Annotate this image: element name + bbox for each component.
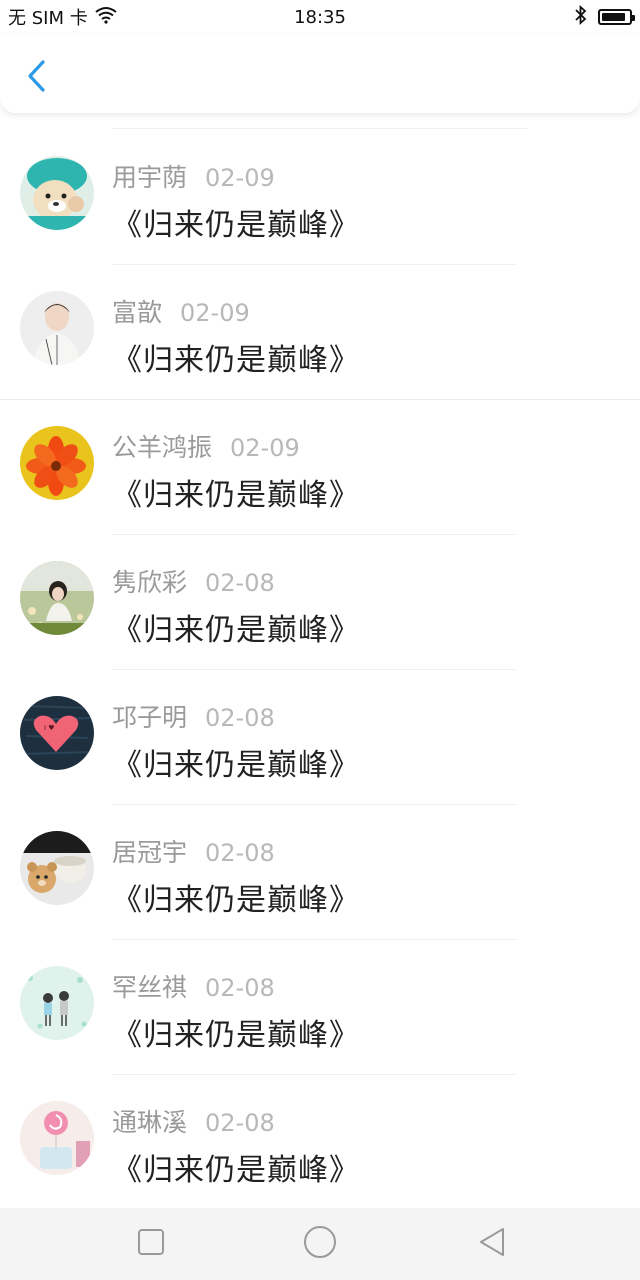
status-bar: 无 SIM 卡 18:35 bbox=[0, 0, 640, 34]
chevron-left-icon bbox=[25, 59, 47, 97]
user-name[interactable]: 富歆 bbox=[112, 293, 162, 329]
list-top-divider bbox=[112, 128, 527, 129]
item-meta: 用宇荫 02-09 bbox=[112, 158, 275, 194]
list-item[interactable]: 用宇荫 02-09 《归来仍是巅峰》 bbox=[0, 130, 640, 265]
wifi-icon bbox=[94, 6, 118, 29]
boy-avatar[interactable] bbox=[20, 291, 94, 365]
puppy-avatar[interactable] bbox=[20, 156, 94, 230]
item-meta: 通琳溪 02-08 bbox=[112, 1103, 275, 1139]
user-name[interactable]: 通琳溪 bbox=[112, 1103, 187, 1139]
user-name[interactable]: 罕丝祺 bbox=[112, 968, 187, 1004]
carrier-label: 无 SIM 卡 bbox=[8, 8, 88, 29]
home-button[interactable] bbox=[302, 1226, 338, 1262]
list-item[interactable]: I ♥ 邛子明 02-08 《归来仍是巅峰》 bbox=[0, 670, 640, 805]
item-meta: 邛子明 02-08 bbox=[112, 698, 275, 734]
book-title[interactable]: 《归来仍是巅峰》 bbox=[112, 605, 360, 649]
flower-avatar[interactable] bbox=[20, 426, 94, 500]
post-date: 02-08 bbox=[205, 704, 275, 732]
item-meta: 隽欣彩 02-08 bbox=[112, 563, 275, 599]
teddy-avatar[interactable] bbox=[20, 831, 94, 905]
item-meta: 公羊鸿振 02-09 bbox=[112, 428, 300, 464]
post-date: 02-08 bbox=[205, 839, 275, 867]
book-title[interactable]: 《归来仍是巅峰》 bbox=[112, 740, 360, 784]
girl-avatar[interactable] bbox=[20, 561, 94, 635]
post-date: 02-08 bbox=[205, 1109, 275, 1137]
item-meta: 富歆 02-09 bbox=[112, 293, 250, 329]
user-name[interactable]: 邛子明 bbox=[112, 698, 187, 734]
user-name[interactable]: 公羊鸿振 bbox=[112, 428, 212, 464]
system-back-button[interactable] bbox=[474, 1226, 510, 1262]
post-date: 02-08 bbox=[205, 974, 275, 1002]
post-date: 02-08 bbox=[205, 569, 275, 597]
item-meta: 居冠宇 02-08 bbox=[112, 833, 275, 869]
heart-avatar[interactable]: I ♥ bbox=[20, 696, 94, 770]
battery-icon bbox=[598, 9, 635, 25]
list-item[interactable]: 罕丝祺 02-08 《归来仍是巅峰》 bbox=[0, 940, 640, 1075]
bluetooth-icon bbox=[574, 4, 588, 30]
back-button[interactable] bbox=[20, 58, 52, 98]
book-title[interactable]: 《归来仍是巅峰》 bbox=[112, 875, 360, 919]
book-title[interactable]: 《归来仍是巅峰》 bbox=[112, 200, 360, 244]
user-name[interactable]: 用宇荫 bbox=[112, 158, 187, 194]
book-title[interactable]: 《归来仍是巅峰》 bbox=[112, 1145, 360, 1189]
list-item[interactable]: 公羊鸿振 02-09 《归来仍是巅峰》 bbox=[0, 400, 640, 535]
home-icon bbox=[303, 1225, 337, 1263]
user-name[interactable]: 居冠宇 bbox=[112, 833, 187, 869]
book-title[interactable]: 《归来仍是巅峰》 bbox=[112, 335, 360, 379]
list-item[interactable]: 富歆 02-09 《归来仍是巅峰》 bbox=[0, 265, 640, 400]
system-nav-bar bbox=[0, 1208, 640, 1280]
list-item[interactable]: 通琳溪 02-08 《归来仍是巅峰》 bbox=[0, 1075, 640, 1210]
status-right bbox=[574, 4, 635, 30]
couple-avatar[interactable] bbox=[20, 966, 94, 1040]
item-meta: 罕丝祺 02-08 bbox=[112, 968, 275, 1004]
back-triangle-icon bbox=[477, 1226, 507, 1262]
book-title[interactable]: 《归来仍是巅峰》 bbox=[112, 470, 360, 514]
list-item[interactable]: 居冠宇 02-08 《归来仍是巅峰》 bbox=[0, 805, 640, 940]
header bbox=[0, 34, 640, 114]
user-name[interactable]: 隽欣彩 bbox=[112, 563, 187, 599]
post-date: 02-09 bbox=[230, 434, 300, 462]
post-date: 02-09 bbox=[180, 299, 250, 327]
status-left: 无 SIM 卡 bbox=[8, 4, 118, 30]
svg-text:I ♥: I ♥ bbox=[44, 724, 55, 732]
post-date: 02-09 bbox=[205, 164, 275, 192]
recent-apps-icon bbox=[137, 1228, 165, 1260]
recent-apps-button[interactable] bbox=[133, 1226, 169, 1262]
lollipop-avatar[interactable] bbox=[20, 1101, 94, 1175]
list-item[interactable]: 隽欣彩 02-08 《归来仍是巅峰》 bbox=[0, 535, 640, 670]
book-title[interactable]: 《归来仍是巅峰》 bbox=[112, 1010, 360, 1054]
